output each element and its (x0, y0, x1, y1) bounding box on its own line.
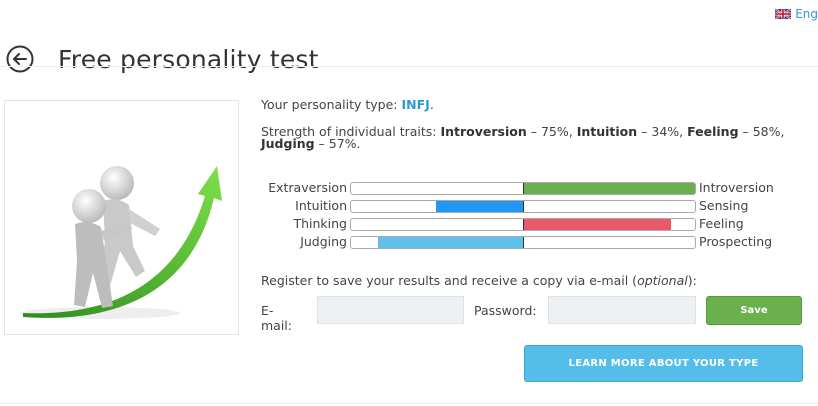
personality-type-suffix: . (429, 97, 434, 112)
trait-bar-center (523, 219, 524, 230)
trait-left-label: Intuition (295, 198, 347, 213)
trait-strength-value: – 75%, (526, 124, 577, 139)
trait-bar-fill (523, 183, 695, 194)
trait-bar-center (523, 201, 524, 212)
trait-right-label: Introversion (699, 180, 774, 195)
email-field[interactable] (317, 296, 464, 324)
trait-right-label: Feeling (699, 216, 744, 231)
trait-right-label: Prospecting (699, 234, 773, 249)
register-prompt: Register to save your results and receiv… (261, 273, 697, 288)
footer-divider (0, 403, 818, 404)
trait-strength-name: Feeling (687, 124, 739, 139)
personality-type-line: Your personality type: INFJ. (261, 97, 811, 112)
result-summary: Your personality type: INFJ. Strength of… (261, 97, 811, 150)
page-title: Free personality test (58, 44, 319, 74)
trait-bar (350, 218, 696, 231)
language-selector[interactable]: Eng (775, 7, 818, 21)
trait-right-label: Sensing (699, 198, 749, 213)
trait-strength-name: Judging (261, 136, 315, 151)
register-text-end: ): (687, 273, 697, 288)
email-label: E-mail: (261, 303, 292, 333)
growth-arrow-illustration (20, 166, 222, 319)
trait-strength-name: Intuition (576, 124, 638, 139)
trait-bar-center (523, 237, 524, 248)
language-label[interactable]: Eng (795, 7, 818, 21)
password-field[interactable] (548, 296, 696, 324)
header-divider (0, 66, 818, 67)
trait-bar (350, 182, 696, 195)
trait-bar-fill (523, 219, 671, 230)
trait-strength-value: – 58%, (738, 124, 785, 139)
trait-bar-center (523, 183, 524, 194)
trait-strength-name: Introversion (440, 124, 527, 139)
result-illustration (4, 100, 239, 335)
uk-flag-icon (775, 9, 792, 19)
trait-strength-line: Strength of individual traits: Introvers… (261, 124, 811, 151)
back-arrow-icon[interactable] (6, 45, 34, 73)
save-button[interactable]: Save (706, 296, 802, 325)
trait-strength-value: – 57%. (314, 136, 361, 151)
learn-more-button[interactable]: LEARN MORE ABOUT YOUR TYPE (524, 345, 803, 382)
personality-type-label: Your personality type: (261, 97, 402, 112)
trait-left-label: Thinking (293, 216, 347, 231)
password-label: Password: (474, 303, 537, 318)
trait-bar (350, 200, 696, 213)
trait-left-label: Extraversion (268, 180, 347, 195)
trait-strength-value: – 34%, (637, 124, 688, 139)
personality-type-value[interactable]: INFJ (402, 97, 430, 112)
page-header: Free personality test (6, 28, 319, 91)
trait-left-label: Judging (300, 234, 347, 249)
register-text: Register to save your results and receiv… (261, 273, 638, 288)
trait-bar-fill (436, 201, 523, 212)
register-optional: optional (637, 273, 688, 288)
trait-bar-fill (378, 237, 523, 248)
trait-bar (350, 236, 696, 249)
